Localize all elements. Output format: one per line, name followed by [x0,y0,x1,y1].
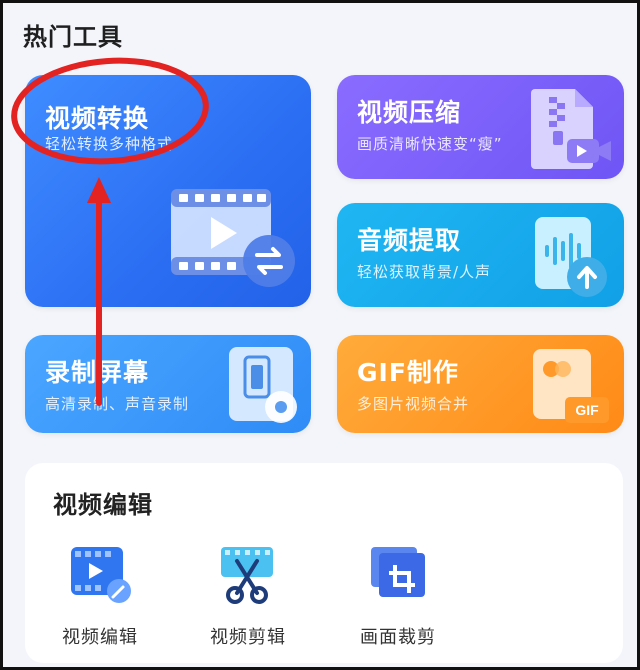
tool-video-edit[interactable]: 视频编辑 [45,543,155,649]
card-video-convert-title: 视频转换 [45,104,150,133]
phone-record-icon [229,347,297,423]
audio-upload-icon [535,217,607,297]
card-video-compress[interactable]: 视频压缩 画质清晰快速变“瘦” [337,75,624,179]
section-title-hot-tools: 热门工具 [23,23,123,51]
card-gif-make[interactable]: GIF制作 多图片视频合并 GIF [337,335,624,433]
video-edit-panel: 视频编辑 视频编辑 视频剪辑 画面裁剪 [25,463,623,663]
crop-icon [371,547,425,597]
card-video-compress-title: 视频压缩 [357,98,462,127]
video-edit-icon [71,547,131,603]
card-gif-make-title: GIF制作 [357,358,459,387]
card-video-convert-subtitle: 轻松转换多种格式 [45,135,174,153]
video-edit-panel-title: 视频编辑 [53,491,153,519]
card-audio-extract-subtitle: 轻松获取背景/人声 [357,263,492,281]
zip-file-icon [531,89,611,169]
card-audio-extract-title: 音频提取 [357,226,462,255]
tool-frame-crop-label: 画面裁剪 [360,627,436,648]
card-screen-record[interactable]: 录制屏幕 高清录制、声音录制 [25,335,311,433]
card-audio-extract[interactable]: 音频提取 轻松获取背景/人声 [337,203,624,307]
card-gif-make-subtitle: 多图片视频合并 [357,395,470,413]
tool-video-cut-label: 视频剪辑 [210,627,286,648]
card-video-compress-subtitle: 画质清晰快速变“瘦” [357,135,503,153]
scissors-film-icon [221,547,273,604]
gif-badge-text: GIF [575,402,599,418]
tool-frame-crop[interactable]: 画面裁剪 [343,543,453,649]
card-screen-record-subtitle: 高清录制、声音录制 [45,395,190,413]
tool-video-cut[interactable]: 视频剪辑 [193,543,303,649]
card-video-convert[interactable]: 视频转换 轻松转换多种格式 [25,75,311,307]
tool-video-edit-label: 视频编辑 [62,627,138,648]
film-convert-icon [171,189,295,287]
card-screen-record-title: 录制屏幕 [45,358,150,387]
gif-image-icon: GIF [533,349,609,423]
